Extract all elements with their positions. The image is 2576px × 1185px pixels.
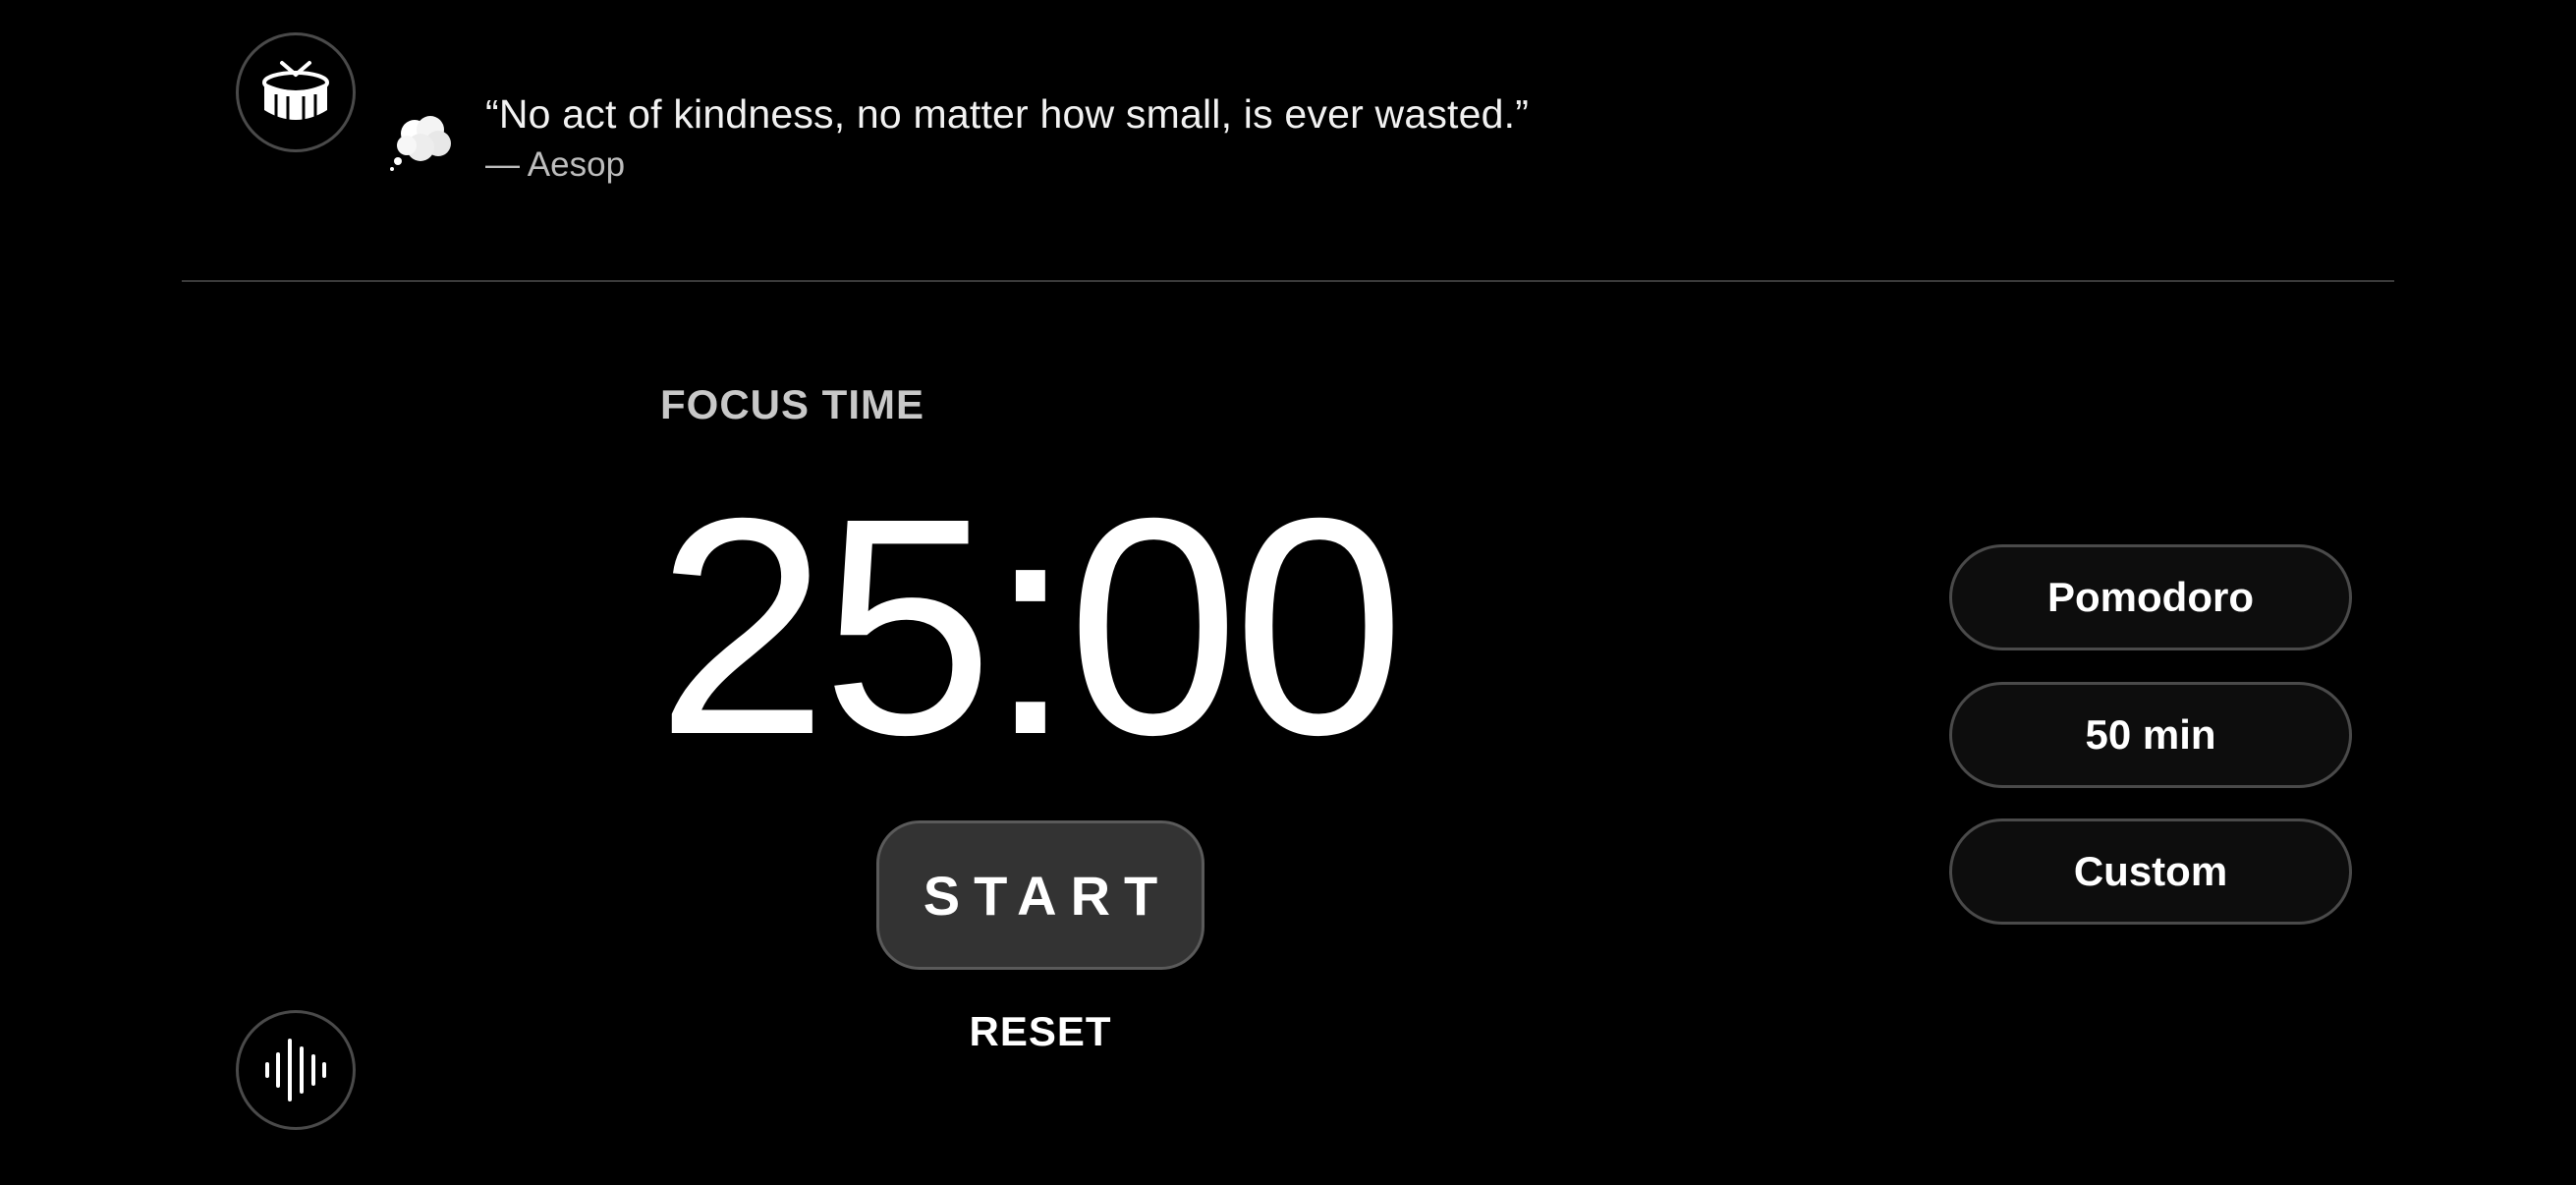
focus-timer-screen: “No act of kindness, no matter how small… — [0, 0, 2576, 1185]
sound-button[interactable] — [236, 1010, 356, 1130]
timer-label: FOCUS TIME — [660, 381, 924, 427]
preset-custom-button[interactable]: Custom — [1949, 818, 2352, 925]
sound-wave-icon — [265, 1039, 326, 1101]
preset-50-min-button[interactable]: 50 min — [1949, 682, 2352, 788]
drum-button[interactable] — [236, 32, 356, 152]
thought-bubble-icon — [390, 116, 451, 171]
start-button[interactable]: START — [876, 820, 1204, 970]
divider — [182, 280, 2394, 282]
quote-author: — Aesop — [485, 145, 626, 184]
quote-text: “No act of kindness, no matter how small… — [485, 91, 1530, 137]
drum-icon — [262, 61, 329, 121]
preset-pomodoro-button[interactable]: Pomodoro — [1949, 544, 2352, 650]
timer-display: 25:00 — [656, 454, 1405, 799]
quote-block: “No act of kindness, no matter how small… — [485, 86, 1529, 189]
reset-button[interactable]: RESET — [924, 1000, 1157, 1063]
